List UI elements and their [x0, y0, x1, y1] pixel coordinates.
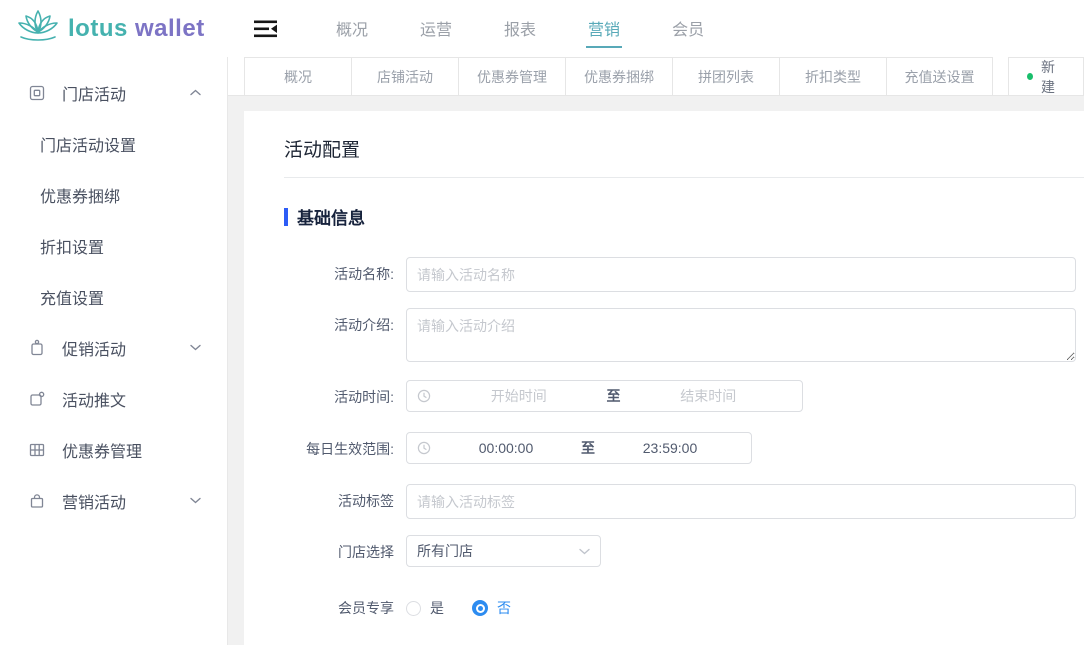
- nav-reports[interactable]: 报表: [502, 10, 538, 48]
- tab-group-buy-list[interactable]: 拼团列表: [672, 58, 779, 95]
- sidebar-item-label: 优惠券捆绑: [40, 183, 120, 207]
- sidebar-item-promotion-activity[interactable]: 促销活动: [0, 322, 227, 373]
- price-tag-icon: [28, 339, 48, 357]
- divider: [284, 177, 1084, 178]
- nav-members[interactable]: 会员: [670, 10, 706, 48]
- radio-yes-label[interactable]: 是: [430, 598, 444, 618]
- form-row-activity-tag: 活动标签: [284, 484, 1070, 519]
- form-row-usage-channel: 使用渠道 小程序 pos: [284, 641, 1070, 645]
- activity-intro-textarea[interactable]: [406, 308, 1076, 362]
- radio-yes[interactable]: [406, 601, 421, 616]
- tab-discount-type[interactable]: 折扣类型: [779, 58, 886, 95]
- form-row-activity-time: 活动时间: 开始时间 至 结束时间: [284, 380, 1070, 414]
- nav-overview[interactable]: 概况: [334, 10, 370, 48]
- chevron-down-icon: [190, 497, 201, 504]
- grid-table-icon: [28, 441, 48, 459]
- range-separator: 至: [577, 438, 599, 458]
- sidebar-item-label: 优惠券管理: [62, 438, 142, 462]
- store-select-dropdown[interactable]: 所有门店: [406, 535, 601, 567]
- tab-coupon-management[interactable]: 优惠券管理: [458, 58, 565, 95]
- storefront-icon: [28, 84, 48, 102]
- sidebar-item-store-activity-settings[interactable]: 门店活动设置: [0, 118, 227, 169]
- radio-no-label[interactable]: 否: [497, 598, 511, 618]
- sidebar-item-label: 门店活动: [62, 81, 126, 105]
- form-row-activity-intro: 活动介绍:: [284, 308, 1070, 362]
- daily-range-label: 每日生效范围:: [284, 432, 394, 466]
- tab-shop-activity[interactable]: 店铺活动: [351, 58, 458, 95]
- menu-fold-icon[interactable]: [254, 20, 278, 38]
- app-title-word2: wallet: [135, 15, 205, 42]
- form-row-store-select: 门店选择 所有门店: [284, 535, 1070, 569]
- chevron-down-icon: [190, 344, 201, 351]
- sidebar-item-recharge-settings[interactable]: 充值设置: [0, 271, 227, 322]
- sidebar-item-coupon-management[interactable]: 优惠券管理: [0, 424, 227, 475]
- tab-recharge-gift-settings[interactable]: 充值送设置: [886, 58, 993, 95]
- usage-channel-label: 使用渠道: [284, 641, 394, 645]
- sidebar: 门店活动 门店活动设置 优惠券捆绑 折扣设置 充值设置 促销活动: [0, 57, 228, 645]
- app-title: lotus wallet: [68, 15, 205, 43]
- tab-new-label: 新建: [1041, 57, 1065, 97]
- sidebar-item-label: 充值设置: [40, 285, 104, 309]
- green-dot-icon: [1027, 73, 1033, 80]
- activity-time-label: 活动时间:: [284, 380, 394, 414]
- document-copy-icon: [28, 390, 48, 408]
- sidebar-item-marketing-activity[interactable]: 营销活动: [0, 475, 227, 526]
- sidebar-item-discount-settings[interactable]: 折扣设置: [0, 220, 227, 271]
- main-layout: 门店活动 门店活动设置 优惠券捆绑 折扣设置 充值设置 促销活动: [0, 57, 1084, 645]
- clock-icon: [417, 389, 431, 403]
- form-row-member-exclusive: 会员专享 是 否: [284, 591, 1070, 625]
- daily-end-value: 23:59:00: [599, 440, 741, 456]
- form-row-daily-range: 每日生效范围: 00:00:00 至 23:59:00: [284, 432, 1070, 466]
- chevron-down-icon: [579, 548, 590, 555]
- activity-tag-input[interactable]: [406, 484, 1076, 519]
- top-nav: 概况 运营 报表 营销 会员: [334, 10, 706, 48]
- form-row-activity-name: 活动名称:: [284, 257, 1070, 292]
- sidebar-item-label: 活动推文: [62, 387, 126, 411]
- tab-strip: 概况 店铺活动 优惠券管理 优惠券捆绑 拼团列表 折扣类型 充值送设置: [244, 57, 993, 95]
- chevron-up-icon: [190, 89, 201, 96]
- app-logo: lotus wallet: [0, 7, 228, 50]
- end-time-placeholder: 结束时间: [625, 386, 793, 406]
- sidebar-item-activity-tweets[interactable]: 活动推文: [0, 373, 227, 424]
- section-accent-bar: [284, 208, 288, 226]
- sidebar-item-coupon-bundle[interactable]: 优惠券捆绑: [0, 169, 227, 220]
- sidebar-item-store-activity[interactable]: 门店活动: [0, 67, 227, 118]
- tab-coupon-bundle[interactable]: 优惠券捆绑: [565, 58, 672, 95]
- section-title-basic-info: 基础信息: [284, 204, 1070, 229]
- sidebar-item-label: 门店活动设置: [40, 132, 136, 156]
- app-header: lotus wallet 概况 运营 报表 营销 会员: [0, 0, 1084, 57]
- member-exclusive-label: 会员专享: [284, 591, 394, 625]
- daily-time-range-picker[interactable]: 00:00:00 至 23:59:00: [406, 432, 752, 464]
- sidebar-item-label: 折扣设置: [40, 234, 104, 258]
- secondary-tabbar: 概况 店铺活动 优惠券管理 优惠券捆绑 拼团列表 折扣类型 充值送设置 新建: [228, 57, 1084, 96]
- content-area: 概况 店铺活动 优惠券管理 优惠券捆绑 拼团列表 折扣类型 充值送设置 新建 活…: [228, 57, 1084, 645]
- tab-overview[interactable]: 概况: [244, 58, 351, 95]
- page-title: 活动配置: [284, 135, 1070, 162]
- nav-marketing[interactable]: 营销: [586, 10, 622, 48]
- activity-intro-label: 活动介绍:: [284, 308, 394, 342]
- store-select-value: 所有门店: [417, 541, 473, 561]
- section-title-text: 基础信息: [297, 204, 365, 229]
- app-title-word1: lotus: [68, 15, 128, 42]
- activity-config-card: 活动配置 基础信息 活动名称: 活动介绍:: [244, 111, 1084, 645]
- shopping-bag-icon: [28, 492, 48, 510]
- lotus-logo-icon: [16, 7, 60, 50]
- daily-start-value: 00:00:00: [435, 440, 577, 456]
- clock-icon: [417, 441, 431, 455]
- radio-no[interactable]: [472, 600, 488, 616]
- store-select-label: 门店选择: [284, 535, 394, 569]
- sidebar-item-label: 促销活动: [62, 336, 126, 360]
- activity-name-label: 活动名称:: [284, 257, 394, 291]
- activity-name-input[interactable]: [406, 257, 1076, 292]
- activity-tag-label: 活动标签: [284, 484, 394, 518]
- sidebar-item-label: 营销活动: [62, 489, 126, 513]
- start-time-placeholder: 开始时间: [435, 386, 603, 406]
- range-separator: 至: [603, 386, 625, 406]
- activity-time-range-picker[interactable]: 开始时间 至 结束时间: [406, 380, 803, 412]
- nav-operations[interactable]: 运营: [418, 10, 454, 48]
- tab-new-page[interactable]: 新建: [1008, 57, 1084, 95]
